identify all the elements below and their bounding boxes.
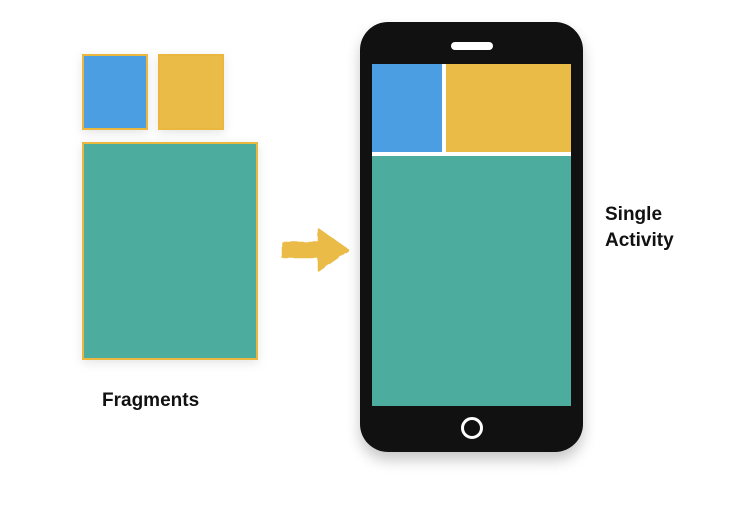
fragment-blue [82, 54, 148, 130]
screen-row-top [372, 64, 571, 152]
fragments-label: Fragments [102, 390, 272, 412]
phone-frame [360, 22, 583, 452]
activity-label-line2: Activity [605, 228, 674, 254]
screen-fragment-yellow [446, 64, 571, 152]
fragments-group: Fragments [82, 54, 272, 412]
fragment-row-top [82, 54, 272, 130]
phone-home-button-icon [461, 417, 483, 439]
phone-speaker-icon [451, 42, 493, 50]
fragment-teal [82, 142, 258, 360]
activity-label-line1: Single [605, 202, 674, 228]
activity-label: Single Activity [605, 202, 674, 253]
screen-fragment-blue [372, 64, 442, 152]
fragment-yellow [158, 54, 224, 130]
arrow-right-icon [278, 220, 353, 280]
phone-screen [372, 64, 571, 406]
screen-fragment-teal [372, 156, 571, 406]
